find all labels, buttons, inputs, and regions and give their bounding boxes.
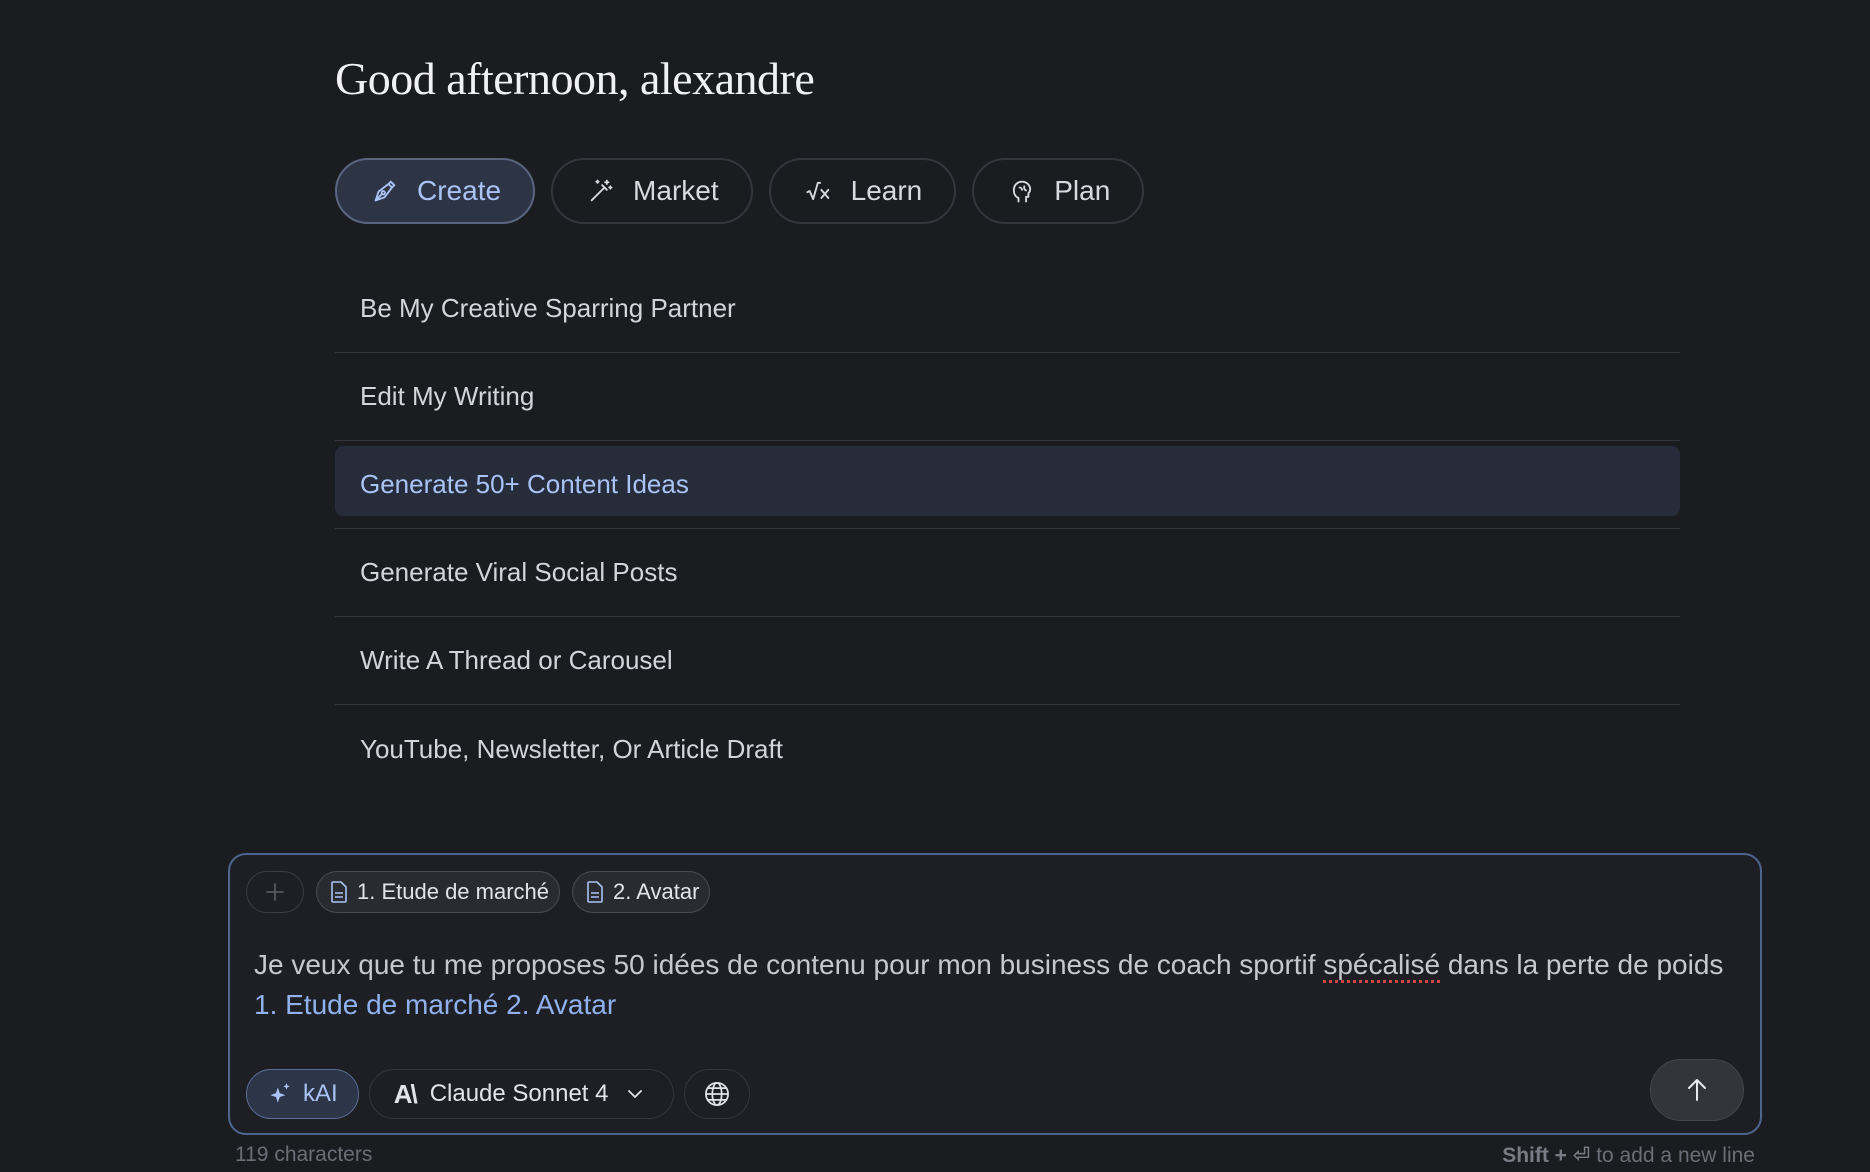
newline-hint: Shift + ⏎ to add a new line [1502, 1143, 1755, 1168]
list-item-label: Edit My Writing [360, 381, 535, 411]
document-icon [329, 880, 349, 904]
add-attachment-button[interactable] [246, 871, 304, 913]
tab-learn[interactable]: Learn [768, 158, 957, 224]
list-item[interactable]: Be My Creative Sparring Partner [335, 265, 1680, 353]
tab-create[interactable]: Create [335, 158, 536, 224]
list-item[interactable]: Write A Thread or Carousel [335, 617, 1680, 705]
prompt-suggestions-list: Be My Creative Sparring Partner Edit My … [335, 265, 1680, 793]
page: Good afternoon, alexandre Create Market … [0, 0, 1870, 1172]
list-item-label: Write A Thread or Carousel [360, 645, 673, 675]
magic-wand-icon [587, 177, 615, 205]
square-root-icon [805, 177, 833, 205]
list-item-label: Generate 50+ Content Ideas [360, 469, 689, 499]
message-text: dans la perte de poids [1440, 949, 1724, 980]
anthropic-logo-icon: A\ [393, 1078, 418, 1109]
greeting-title: Good afternoon, alexandre [335, 53, 815, 104]
list-item-label: Be My Creative Sparring Partner [360, 293, 736, 323]
list-item[interactable]: Generate Viral Social Posts [335, 529, 1680, 617]
category-tabs: Create Market Learn Plan [335, 158, 1145, 224]
kai-button[interactable]: kAI [246, 1069, 359, 1119]
attachment-chip[interactable]: 2. Avatar [572, 871, 711, 913]
message-composer[interactable]: 1. Etude de marché 2. Avatar Je veux que… [228, 853, 1762, 1135]
pen-nib-icon [371, 177, 399, 205]
globe-icon [704, 1082, 729, 1106]
attachment-label: 2. Avatar [613, 879, 700, 904]
character-count: 119 characters [235, 1143, 373, 1166]
model-label: Claude Sonnet 4 [429, 1080, 609, 1107]
arrow-up-icon [1688, 1079, 1706, 1101]
tab-plan-label: Plan [1054, 175, 1111, 206]
message-input[interactable]: Je veux que tu me proposes 50 idées de c… [254, 945, 1734, 1025]
misspelled-word: spécalisé [1323, 949, 1441, 980]
send-button[interactable] [1650, 1059, 1744, 1121]
tab-market[interactable]: Market [551, 158, 753, 224]
list-item-label: YouTube, Newsletter, Or Article Draft [360, 733, 783, 764]
brain-icon [1008, 177, 1036, 205]
composer-toolbar: kAI A\ Claude Sonnet 4 [246, 1069, 750, 1119]
attachment-label: 1. Etude de marché [357, 879, 550, 904]
list-item[interactable]: Edit My Writing [335, 353, 1680, 441]
attachment-chip[interactable]: 1. Etude de marché [316, 871, 561, 913]
attachments-row: 1. Etude de marché 2. Avatar [246, 871, 711, 913]
model-selector[interactable]: A\ Claude Sonnet 4 [368, 1069, 674, 1119]
list-item-label: Generate Viral Social Posts [360, 557, 678, 587]
tab-plan[interactable]: Plan [972, 158, 1145, 224]
message-text: Je veux que tu me proposes 50 idées de c… [254, 949, 1324, 980]
shortcut-key: Shift + ⏎ [1502, 1144, 1591, 1167]
plus-icon [266, 883, 284, 901]
hint-text: to add a new line [1590, 1144, 1755, 1167]
mention-reference[interactable]: 2. Avatar [506, 989, 616, 1020]
tab-market-label: Market [633, 175, 719, 206]
tab-learn-label: Learn [850, 175, 923, 206]
kai-label: kAI [303, 1080, 338, 1107]
list-item-highlighted[interactable]: Generate 50+ Content Ideas [335, 441, 1680, 529]
mention-reference[interactable]: 1. Etude de marché [254, 989, 498, 1020]
sparkle-icon [270, 1083, 290, 1103]
document-icon [585, 880, 605, 904]
tab-create-label: Create [417, 175, 502, 206]
web-search-toggle[interactable] [683, 1069, 750, 1119]
list-item[interactable]: YouTube, Newsletter, Or Article Draft [335, 705, 1680, 793]
chevron-down-icon [627, 1089, 643, 1099]
